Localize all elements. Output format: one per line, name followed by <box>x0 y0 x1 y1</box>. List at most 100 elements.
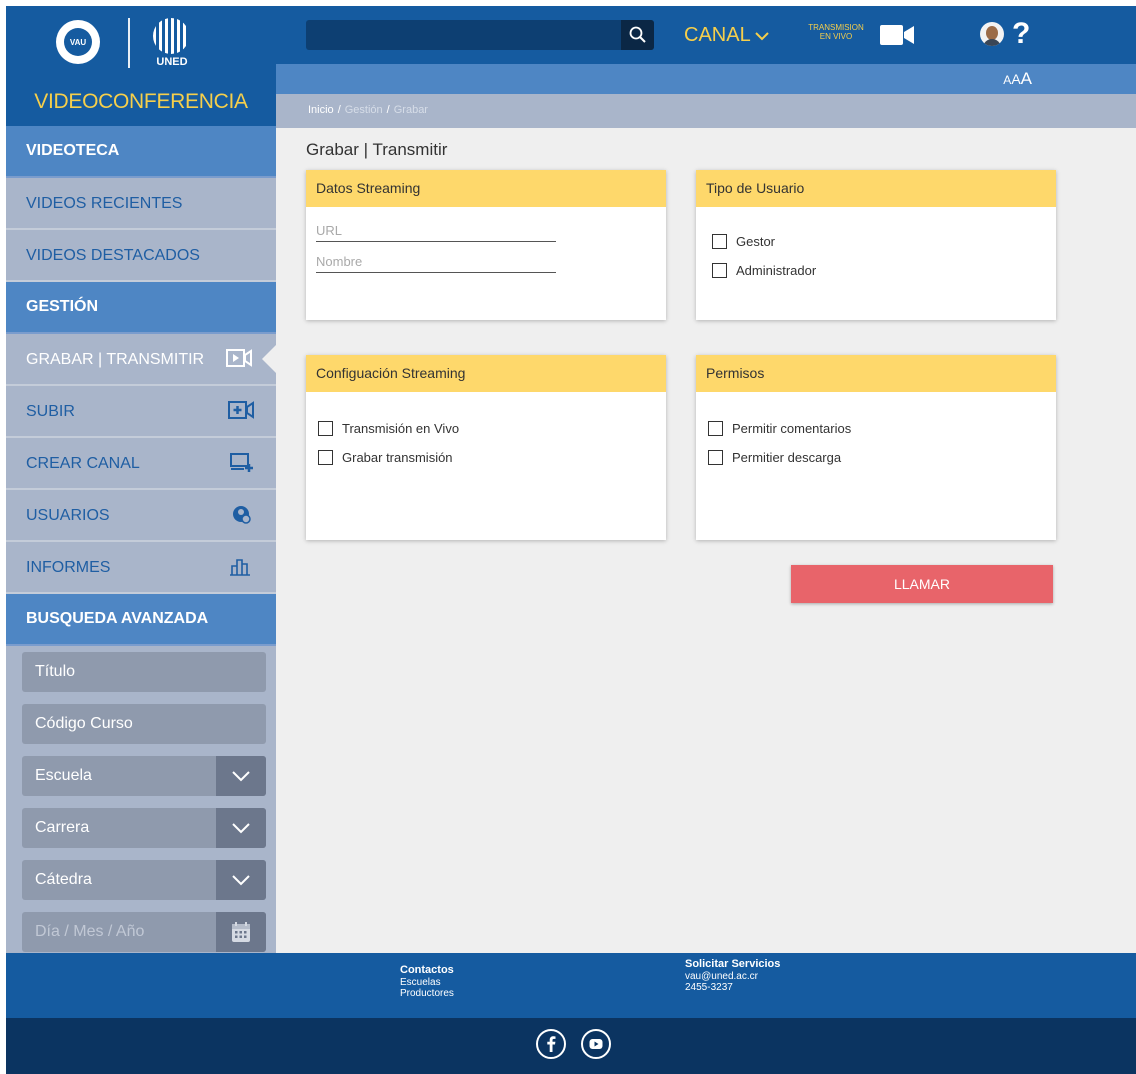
option-label: Grabar transmisión <box>342 450 453 465</box>
codigo-curso-field[interactable]: Código Curso <box>22 704 266 744</box>
app-frame: VAU UNED VIDEOCONFERENCIA VIDEOTECA VIDE… <box>6 6 1136 1074</box>
calendar-button[interactable] <box>216 912 266 952</box>
breadcrumb-gestion[interactable]: Gestión <box>345 104 383 116</box>
sidebar-item-usuarios[interactable]: USUARIOS <box>6 490 276 542</box>
card-title: Tipo de Usuario <box>696 170 1056 207</box>
uned-logo-mark <box>153 18 189 54</box>
search-button[interactable] <box>621 20 654 50</box>
option-label: Gestor <box>736 234 776 249</box>
gestor-checkbox[interactable] <box>712 234 727 249</box>
config-streaming-card: Configuación Streaming Transmisión en Vi… <box>306 355 666 540</box>
breadcrumb: Inicio / Gestión / Grabar <box>276 94 1136 128</box>
chevron-down-icon <box>754 32 769 41</box>
option-label: Transmisión en Vivo <box>342 421 460 436</box>
grabar-transmision-option[interactable]: Grabar transmisión <box>306 443 666 472</box>
gestor-option[interactable]: Gestor <box>696 227 1056 256</box>
permitir-comentarios-checkbox[interactable] <box>708 421 723 436</box>
calendar-icon <box>232 922 250 942</box>
font-size-large-button[interactable]: A <box>1021 69 1032 88</box>
active-indicator <box>262 345 276 373</box>
card-title: Configuación Streaming <box>306 355 666 392</box>
permisos-card: Permisos Permitir comentarios Permitier … <box>696 355 1056 540</box>
busqueda-header[interactable]: BUSQUEDA AVANZADA <box>6 594 276 646</box>
transmision-en-vivo-link[interactable]: TRANSMISION EN VIVO <box>801 23 871 41</box>
video-record-icon <box>226 349 252 367</box>
search-input[interactable] <box>314 25 618 42</box>
escuela-dropdown-button[interactable] <box>216 756 266 796</box>
transmision-label-line-1: TRANSMISION <box>808 23 864 32</box>
vau-logo-text: VAU <box>64 28 92 56</box>
nombre-input[interactable] <box>316 250 556 269</box>
font-size-controls: AAA <box>1003 68 1032 91</box>
uned-logo[interactable]: UNED <box>148 18 194 68</box>
carrera-select[interactable]: Carrera <box>22 808 266 848</box>
chevron-down-icon <box>232 875 250 886</box>
sidebar-item-label: CREAR CANAL <box>26 455 140 472</box>
youtube-icon[interactable] <box>581 1029 611 1059</box>
url-field[interactable] <box>316 219 556 242</box>
permitir-comentarios-option[interactable]: Permitir comentarios <box>696 414 1056 443</box>
footer-phone: 2455-3237 <box>685 982 733 993</box>
sidebar-item-videos-destacados[interactable]: VIDEOS DESTACADOS <box>6 230 276 282</box>
fecha-placeholder: Día / Mes / Año <box>35 923 145 940</box>
footer-link-escuelas[interactable]: Escuelas <box>400 977 454 988</box>
advanced-search-form: Título Código Curso Escuela Carrera Cáte… <box>6 646 276 952</box>
permitir-descarga-option[interactable]: Permitier descarga <box>696 443 1056 472</box>
fecha-field[interactable]: Día / Mes / Año <box>22 912 266 952</box>
help-button[interactable]: ? <box>1012 14 1030 54</box>
facebook-icon[interactable] <box>536 1029 566 1059</box>
canal-label: CANAL <box>684 24 751 46</box>
administrador-checkbox[interactable] <box>712 263 727 278</box>
sidebar-item-videos-recientes[interactable]: VIDEOS RECIENTES <box>6 178 276 230</box>
permitir-descarga-checkbox[interactable] <box>708 450 723 465</box>
add-channel-icon <box>230 453 253 472</box>
search-bar[interactable] <box>306 20 654 50</box>
video-camera-icon[interactable] <box>880 24 916 46</box>
datos-streaming-card: Datos Streaming <box>306 170 666 320</box>
page-title: Grabar | Transmitir <box>306 140 448 159</box>
llamar-button[interactable]: LLAMAR <box>791 565 1053 603</box>
transmision-en-vivo-option[interactable]: Transmisión en Vivo <box>306 414 666 443</box>
footer-link-productores[interactable]: Productores <box>400 988 454 999</box>
logo-area: VAU UNED VIDEOCONFERENCIA <box>6 6 276 126</box>
footer-social <box>6 1018 1136 1074</box>
catedra-select-value: Cátedra <box>35 871 92 888</box>
font-size-medium-button[interactable]: A <box>1011 71 1020 87</box>
footer-email[interactable]: vau@uned.ac.cr <box>685 971 785 982</box>
tipo-usuario-card: Tipo de Usuario Gestor Administrador <box>696 170 1056 320</box>
bar-chart-icon <box>230 559 250 576</box>
catedra-dropdown-button[interactable] <box>216 860 266 900</box>
vau-logo[interactable]: VAU <box>56 20 100 64</box>
grabar-transmision-checkbox[interactable] <box>318 450 333 465</box>
sidebar: VAU UNED VIDEOCONFERENCIA VIDEOTECA VIDE… <box>6 6 276 953</box>
avatar[interactable] <box>980 22 1004 46</box>
contactos-column: Contactos Escuelas Productores <box>400 965 454 1000</box>
sidebar-item-label: GRABAR | TRANSMITIR <box>26 351 205 368</box>
administrador-option[interactable]: Administrador <box>696 256 1056 285</box>
escuela-select-value: Escuela <box>35 767 92 784</box>
catedra-select[interactable]: Cátedra <box>22 860 266 900</box>
escuela-select[interactable]: Escuela <box>22 756 266 796</box>
sub-bar: AAA <box>276 64 1136 94</box>
avatar-face <box>986 26 998 40</box>
nombre-field[interactable] <box>316 250 556 273</box>
transmision-en-vivo-checkbox[interactable] <box>318 421 333 436</box>
gestion-header[interactable]: GESTIÓN <box>6 282 276 334</box>
app-title: VIDEOCONFERENCIA <box>34 90 248 113</box>
sidebar-item-grabar-transmitir[interactable]: GRABAR | TRANSMITIR <box>6 334 276 386</box>
breadcrumb-inicio[interactable]: Inicio <box>308 104 334 116</box>
carrera-dropdown-button[interactable] <box>216 808 266 848</box>
card-title: Permisos <box>696 355 1056 392</box>
top-bar: CANAL TRANSMISION EN VIVO ? <box>276 6 1136 64</box>
videoteca-header[interactable]: VIDEOTECA <box>6 126 276 178</box>
sidebar-item-informes[interactable]: INFORMES <box>6 542 276 594</box>
canal-dropdown[interactable]: CANAL <box>684 20 769 50</box>
sidebar-item-crear-canal[interactable]: CREAR CANAL <box>6 438 276 490</box>
titulo-field[interactable]: Título <box>22 652 266 692</box>
servicios-title[interactable]: Solicitar Servicios <box>685 959 785 970</box>
logo-divider <box>128 18 130 68</box>
sidebar-item-subir[interactable]: SUBIR <box>6 386 276 438</box>
transmision-label-line-2: EN VIVO <box>819 32 853 41</box>
url-input[interactable] <box>316 219 556 238</box>
sidebar-item-label: INFORMES <box>26 559 111 576</box>
